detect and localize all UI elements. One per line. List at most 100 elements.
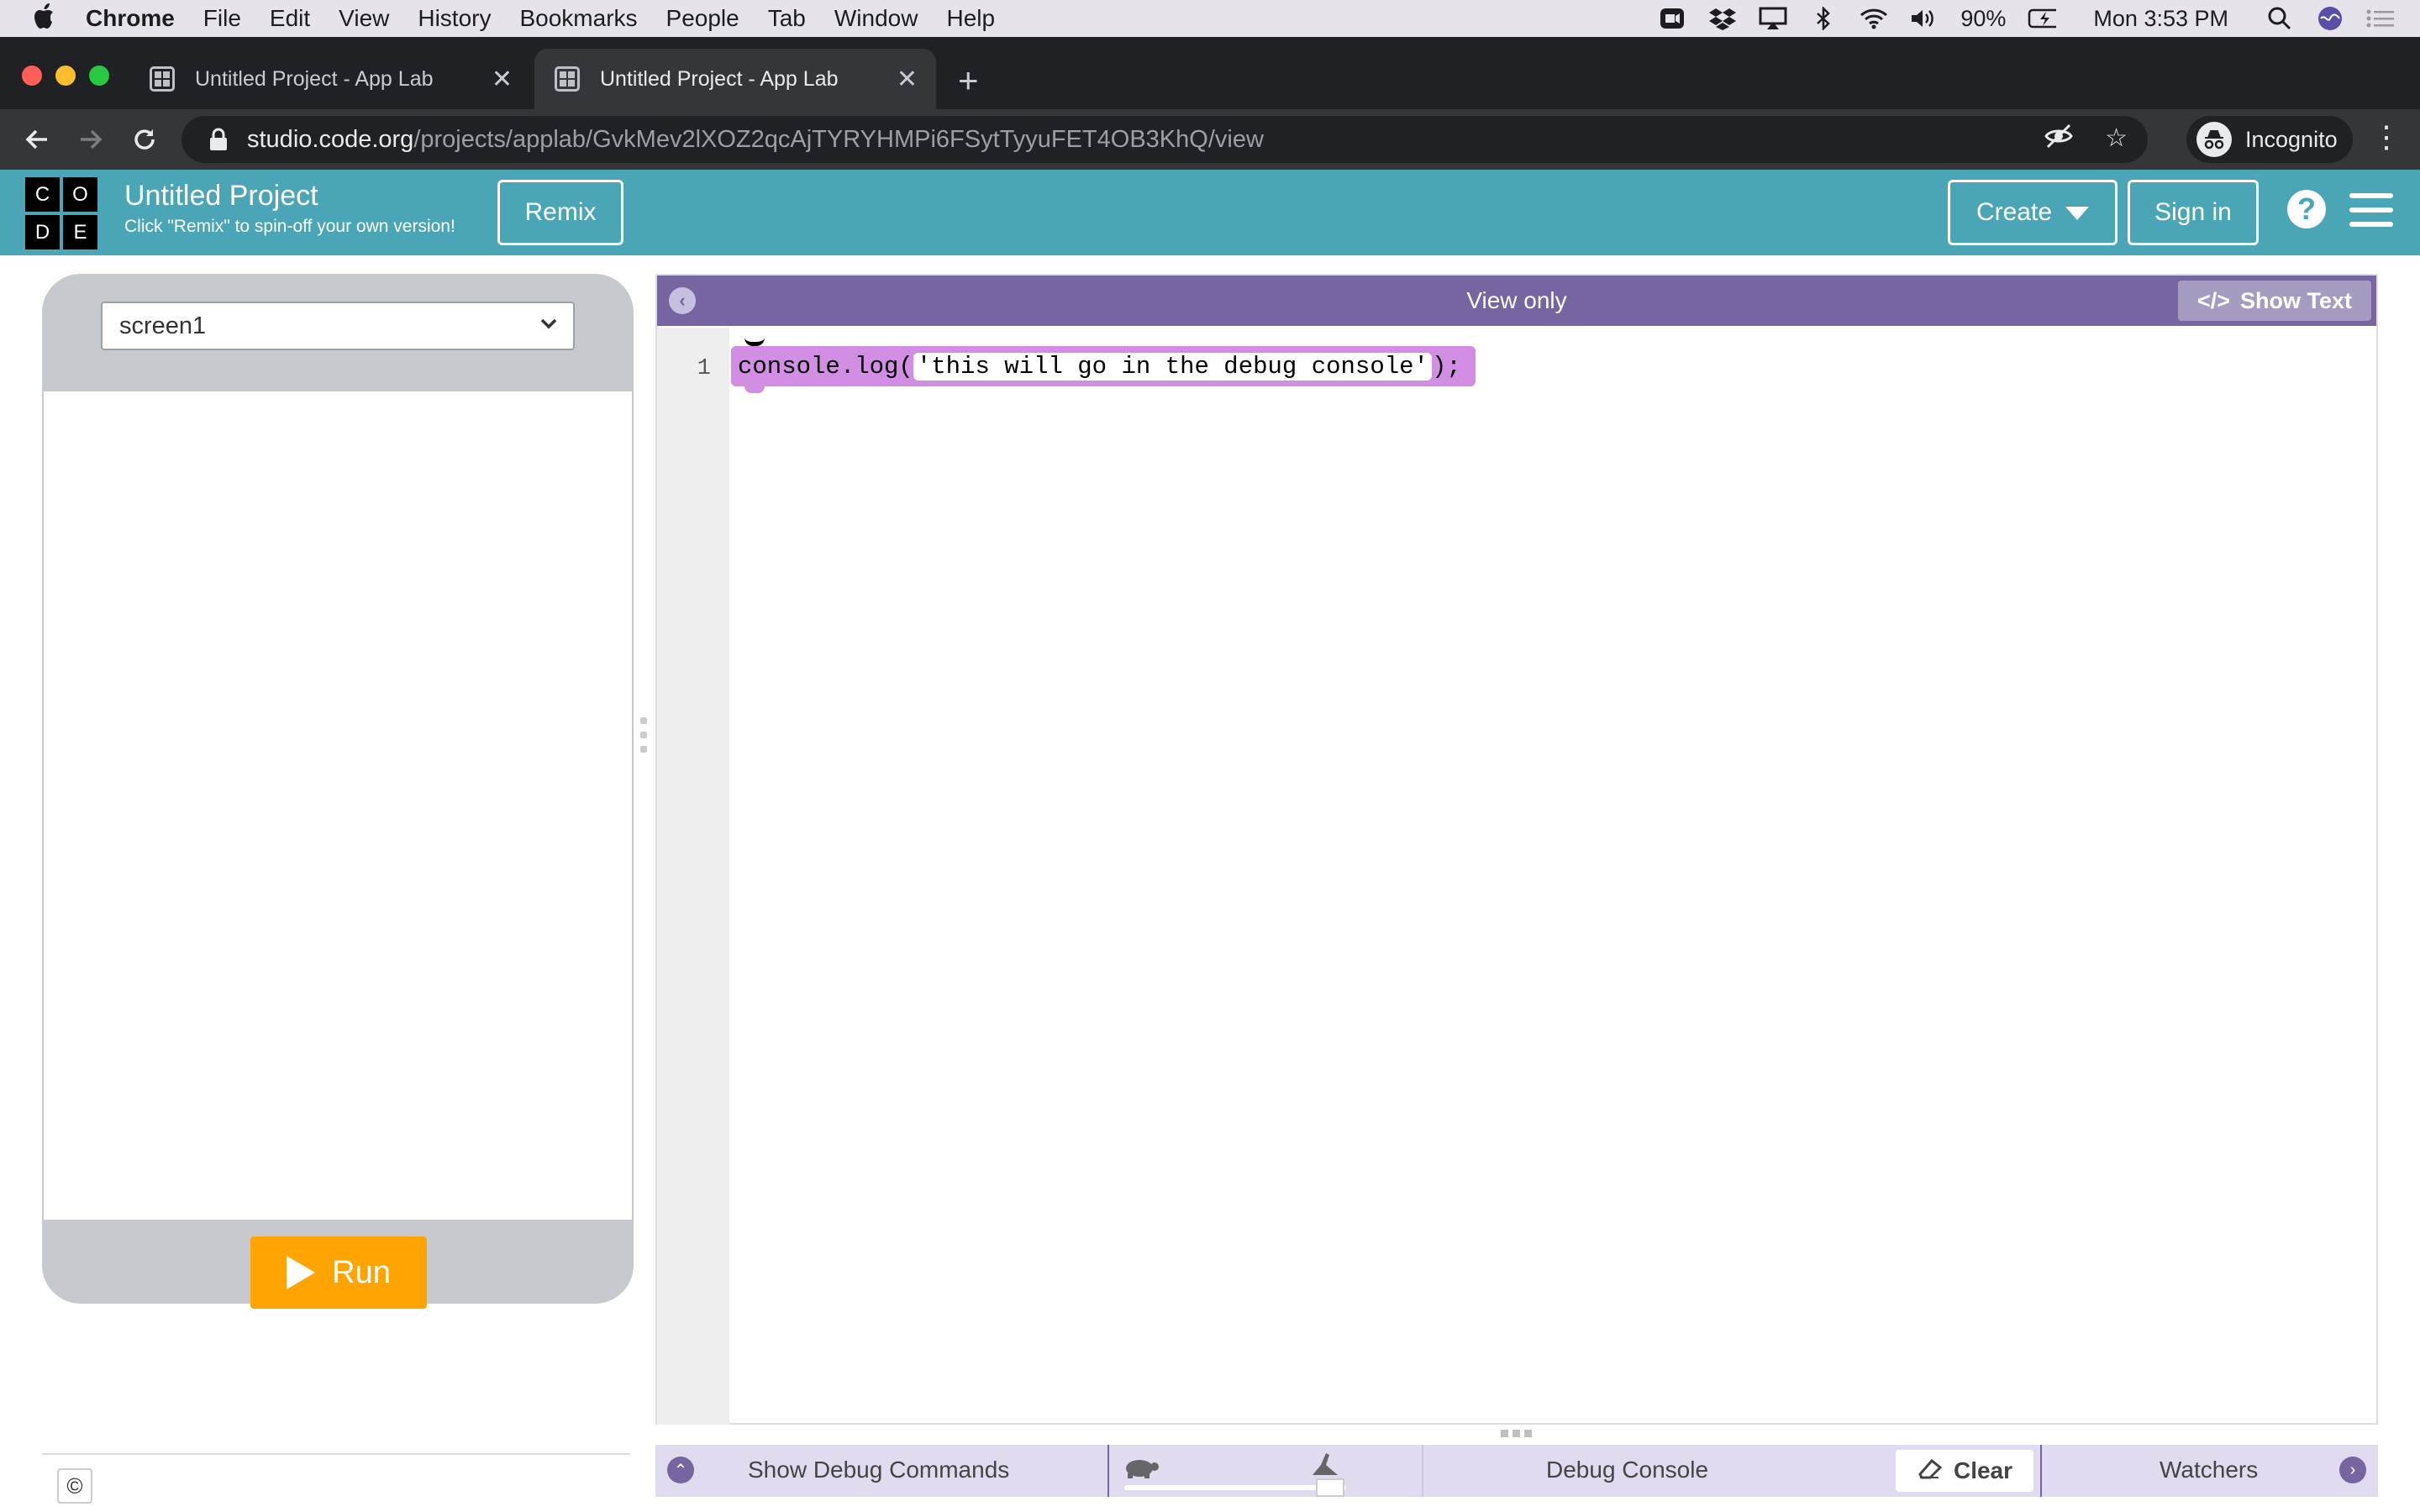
app-screen-canvas[interactable] [44, 391, 632, 1220]
run-label: Run [332, 1254, 391, 1290]
console-log-block[interactable]: console.log('this will go in the debug c… [731, 342, 1476, 393]
back-arrow-icon[interactable] [17, 119, 57, 160]
turtle-slow-icon [1121, 1453, 1160, 1483]
menu-bookmarks[interactable]: Bookmarks [519, 5, 637, 32]
speed-slider-thumb[interactable] [1316, 1478, 1344, 1497]
window-minimize-button[interactable] [55, 66, 76, 86]
airplay-icon[interactable] [1759, 7, 1787, 29]
tab-title: Untitled Project - App Lab [195, 66, 434, 91]
bluetooth-icon[interactable] [1809, 7, 1838, 30]
workspace: screen1 Run © ‹ View only </> Show Text … [0, 255, 2420, 1512]
tab-title: Untitled Project - App Lab [600, 66, 839, 91]
zoom-icon[interactable] [1658, 8, 1686, 29]
volume-icon[interactable] [1910, 8, 1939, 29]
screen-selector-dropdown[interactable]: screen1 [101, 302, 575, 350]
menu-history[interactable]: History [418, 5, 491, 32]
code-suffix: ); [1431, 352, 1461, 381]
siri-icon[interactable] [2316, 7, 2344, 30]
line-number: 1 [697, 356, 711, 381]
speed-slider-track[interactable] [1124, 1485, 1346, 1490]
editor-header: ‹ View only </> Show Text [657, 276, 2376, 326]
browser-menu-kebab-icon[interactable]: ⋮ [2371, 119, 2402, 155]
debug-divider [2040, 1445, 2042, 1497]
debug-panel-resize-handle[interactable] [1501, 1430, 1532, 1437]
sign-in-button[interactable]: Sign in [2128, 180, 2259, 245]
code-prefix: console.log( [738, 352, 913, 381]
menu-people[interactable]: People [666, 5, 739, 32]
hamburger-menu-icon[interactable] [2349, 193, 2393, 227]
window-zoom-button[interactable] [89, 66, 109, 86]
screen-selector-value: screen1 [119, 312, 207, 339]
lock-icon[interactable] [208, 127, 229, 152]
copyright-button[interactable]: © [57, 1468, 92, 1504]
view-only-label: View only [1466, 287, 1567, 313]
help-icon[interactable]: ? [2287, 190, 2326, 228]
menu-view[interactable]: View [339, 5, 389, 32]
menu-app-name[interactable]: Chrome [86, 5, 175, 32]
browser-tab[interactable]: Untitled Project - App Lab ✕ [129, 49, 531, 109]
clear-console-button[interactable]: Clear [1896, 1450, 2033, 1492]
tab-close-icon[interactable]: ✕ [492, 65, 513, 94]
forward-arrow-icon[interactable] [71, 119, 111, 160]
address-bar[interactable]: studio.code.org/projects/applab/GvkMev2l… [182, 116, 2148, 163]
debug-divider [1422, 1445, 1423, 1497]
incognito-icon [2196, 122, 2232, 157]
logo-letter: E [63, 215, 97, 249]
code-string-argument[interactable]: 'this will go in the debug console' [913, 352, 1432, 381]
show-debug-commands-button[interactable]: Show Debug Commands [748, 1457, 1009, 1483]
spotlight-search-icon[interactable] [2265, 7, 2294, 30]
tab-close-icon[interactable]: ✕ [897, 65, 918, 94]
reload-icon[interactable] [124, 119, 165, 160]
menu-edit[interactable]: Edit [270, 5, 310, 32]
browser-tab-active[interactable]: Untitled Project - App Lab ✕ [534, 49, 936, 109]
block-connector [744, 385, 765, 393]
dropbox-icon[interactable] [1708, 8, 1737, 30]
menu-bar-clock[interactable]: Mon 3:53 PM [2093, 6, 2228, 32]
clear-label: Clear [1953, 1457, 2013, 1483]
code-editor-panel: ‹ View only </> Show Text 1 console.log(… [655, 274, 2378, 1425]
footer-divider [42, 1453, 630, 1455]
project-title: Untitled Project [124, 180, 318, 212]
app-preview-frame: screen1 Run [42, 274, 634, 1309]
battery-percentage: 90% [1960, 5, 2007, 31]
bookmark-star-icon[interactable]: ☆ [2105, 123, 2128, 155]
panel-resize-handle[interactable] [639, 717, 649, 753]
code-org-logo[interactable]: C O D E [25, 177, 97, 249]
remix-button[interactable]: Remix [497, 180, 623, 245]
menu-help[interactable]: Help [946, 5, 995, 32]
new-tab-button[interactable]: + [958, 60, 979, 101]
show-text-button[interactable]: </> Show Text [2178, 281, 2371, 321]
profile-label: Incognito [2245, 126, 2338, 152]
code-brackets-icon: </> [2196, 287, 2231, 313]
create-dropdown-button[interactable]: Create [1948, 180, 2118, 245]
apple-icon[interactable] [34, 3, 57, 35]
expand-up-icon[interactable]: ⌃ [667, 1457, 694, 1483]
battery-charging-icon[interactable] [2028, 8, 2057, 29]
play-icon [287, 1256, 316, 1289]
url-path: /projects/applab/GvkMev2lXOZ2qcAjTYRYHMP… [413, 125, 1264, 153]
notification-center-icon[interactable] [2366, 8, 2395, 29]
chevron-down-icon [539, 312, 558, 343]
menu-tab[interactable]: Tab [768, 5, 806, 32]
show-text-label: Show Text [2240, 287, 2353, 313]
menu-window[interactable]: Window [834, 5, 918, 32]
expand-right-icon[interactable]: › [2339, 1457, 2366, 1483]
menu-file[interactable]: File [203, 5, 241, 32]
logo-letter: C [25, 177, 60, 212]
window-close-button[interactable] [22, 66, 42, 86]
incognito-profile-button[interactable]: Incognito [2186, 116, 2353, 163]
macos-menu-bar: Chrome File Edit View History Bookmarks … [0, 0, 2420, 37]
line-number-gutter: 1 [657, 328, 729, 1425]
debug-divider [1107, 1445, 1109, 1497]
logo-letter: D [25, 215, 60, 249]
wifi-icon[interactable] [1860, 8, 1888, 29]
caret-down-icon [2065, 198, 2090, 227]
menu-bar-status-area: 90% Mon 3:53 PM [1658, 0, 2395, 37]
block-connector [744, 338, 765, 346]
watchers-label: Watchers [2160, 1457, 2259, 1483]
eraser-icon [1917, 1457, 1943, 1485]
tracking-blocked-eye-icon[interactable] [2044, 123, 2073, 155]
browser-tab-strip: Untitled Project - App Lab ✕ Untitled Pr… [0, 37, 2420, 109]
project-subtitle: Click "Remix" to spin-off your own versi… [124, 217, 455, 236]
run-button[interactable]: Run [250, 1236, 427, 1309]
